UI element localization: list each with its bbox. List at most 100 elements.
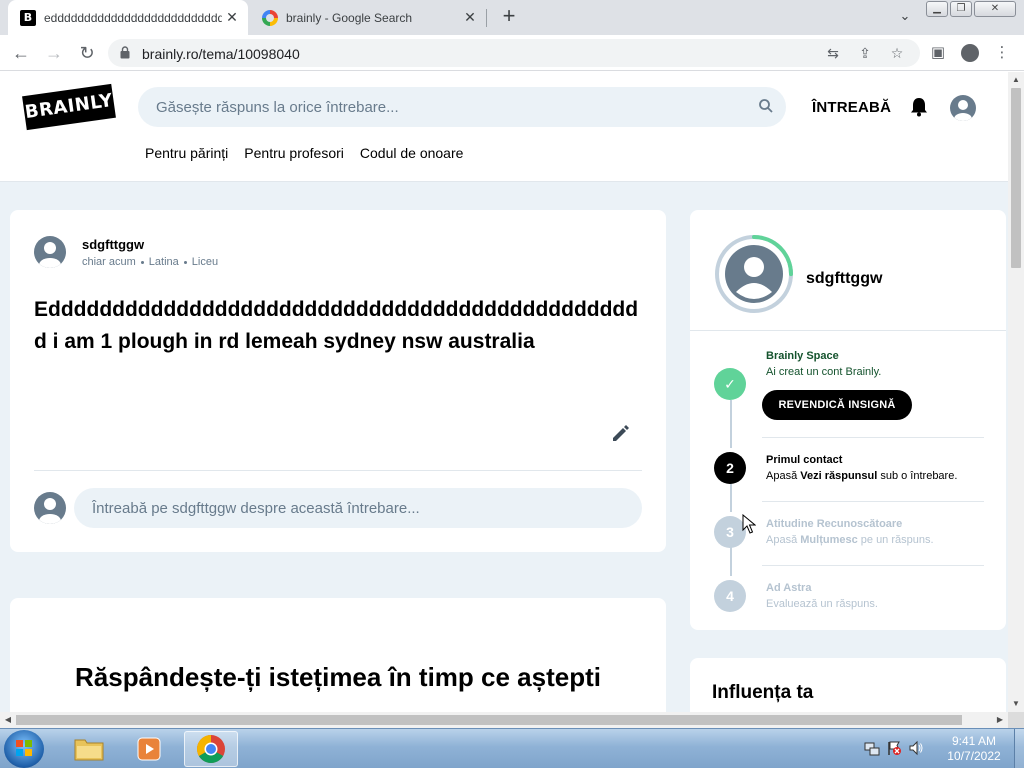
vertical-scrollbar[interactable]: ▲ ▼ bbox=[1008, 72, 1024, 712]
promo-card: Răspândește-ți istețimea în timp ce aște… bbox=[10, 598, 666, 712]
tab-title: brainly - Google Search bbox=[286, 10, 413, 25]
tab-google-search[interactable]: brainly - Google Search ✕ bbox=[250, 0, 486, 35]
author-username[interactable]: sdgfttggw bbox=[82, 237, 144, 252]
tab-brainly-question[interactable]: B eddddddddddddddddddddddddddd ✕ bbox=[8, 0, 248, 35]
step-description: Apasă Mulțumesc pe un răspuns. bbox=[766, 534, 934, 546]
step-number: 4 bbox=[714, 580, 746, 612]
clock-time: 9:41 AM bbox=[951, 734, 997, 748]
step-desc-emphasis: Vezi răspunsul bbox=[800, 470, 878, 482]
tab-title: eddddddddddddddddddddddddddd bbox=[44, 10, 222, 25]
nav-link-parents[interactable]: Pentru părinți bbox=[145, 145, 228, 161]
user-avatar-icon bbox=[39, 242, 61, 268]
nav-link-honor-code[interactable]: Codul de onoare bbox=[360, 145, 464, 161]
google-favicon-icon bbox=[262, 9, 278, 26]
check-icon: ✓ bbox=[714, 368, 746, 400]
step-connector bbox=[730, 400, 732, 448]
profile-avatar-icon[interactable] bbox=[961, 44, 979, 62]
close-icon[interactable]: ✕ bbox=[222, 8, 242, 28]
question-card: sdgfttggw chiar acum Latina Liceu Eddddd… bbox=[10, 210, 666, 552]
search-input[interactable] bbox=[138, 87, 786, 127]
windows-logo-icon bbox=[16, 740, 32, 756]
bookmark-star-icon[interactable]: ☆ bbox=[888, 44, 906, 62]
taskbar-media-player[interactable] bbox=[122, 731, 176, 767]
brainly-page: BRAINLY ÎNTREABĂ Pentru părinți Pentru p… bbox=[0, 72, 1008, 712]
media-player-icon bbox=[137, 737, 161, 761]
step-desc-emphasis: Mulțumesc bbox=[800, 534, 858, 546]
step-description: Evaluează un răspuns. bbox=[766, 598, 878, 610]
user-avatar[interactable] bbox=[950, 95, 976, 121]
search-icon[interactable] bbox=[758, 98, 774, 114]
profile-username[interactable]: sdgfttggw bbox=[806, 270, 882, 288]
step-desc-text: sub o întrebare. bbox=[877, 470, 958, 482]
commenter-avatar bbox=[34, 492, 66, 524]
close-icon[interactable]: ✕ bbox=[460, 8, 480, 28]
question-level: Liceu bbox=[191, 256, 219, 268]
brainly-logo[interactable]: BRAINLY bbox=[22, 83, 116, 131]
step-description: Ai creat un cont Brainly. bbox=[766, 366, 882, 378]
step-desc-text: Apasă bbox=[766, 470, 801, 482]
taskbar-explorer[interactable] bbox=[62, 731, 116, 767]
ask-question-button[interactable]: ÎNTREABĂ bbox=[812, 99, 891, 116]
translate-icon[interactable]: ⇆ bbox=[824, 44, 842, 62]
influence-title: Influența ta bbox=[712, 682, 814, 703]
reload-icon[interactable]: ↻ bbox=[75, 41, 99, 65]
nav-link-teachers[interactable]: Pentru profesori bbox=[244, 145, 344, 161]
scroll-up-arrow-icon[interactable]: ▲ bbox=[1008, 72, 1024, 88]
new-tab-button[interactable]: + bbox=[498, 5, 520, 28]
back-arrow-icon[interactable]: ← bbox=[9, 41, 33, 65]
tab-separator bbox=[486, 9, 487, 27]
url-text: brainly.ro/tema/10098040 bbox=[142, 46, 300, 62]
question-subject[interactable]: Latina bbox=[149, 256, 179, 268]
speaker-volume-icon[interactable] bbox=[908, 740, 924, 756]
show-desktop-button[interactable] bbox=[1014, 729, 1024, 768]
profile-progress-card: sdgfttggw ✓ Brainly Space Ai creat un co… bbox=[690, 210, 1006, 630]
system-tray bbox=[864, 740, 924, 756]
step-title: Primul contact bbox=[766, 454, 843, 466]
scroll-right-arrow-icon[interactable]: ▶ bbox=[992, 712, 1008, 728]
share-icon[interactable]: ⇪ bbox=[856, 44, 874, 62]
network-icon[interactable] bbox=[864, 740, 880, 756]
start-button[interactable] bbox=[4, 730, 44, 768]
tab-strip: B eddddddddddddddddddddddddddd ✕ brainly… bbox=[0, 0, 1024, 35]
scroll-down-arrow-icon[interactable]: ▼ bbox=[1008, 696, 1024, 712]
author-avatar[interactable] bbox=[34, 236, 66, 268]
profile-progress-ring[interactable] bbox=[714, 234, 794, 314]
taskbar-chrome[interactable] bbox=[184, 731, 238, 767]
kebab-menu-icon[interactable]: ⋮ bbox=[992, 43, 1012, 63]
divider bbox=[762, 437, 984, 438]
lock-icon bbox=[120, 46, 130, 59]
scrollbar-thumb[interactable] bbox=[1011, 88, 1021, 268]
scrollbar-thumb[interactable] bbox=[16, 715, 962, 725]
divider bbox=[762, 565, 984, 566]
meta-separator bbox=[183, 260, 187, 264]
browser-toolbar: ← → ↻ brainly.ro/tema/10098040 ⇆ ⇪ ☆ ▣ ⋮ bbox=[0, 35, 1024, 71]
side-panel-icon[interactable]: ▣ bbox=[928, 43, 948, 63]
clock-date: 10/7/2022 bbox=[947, 749, 1001, 763]
scroll-left-arrow-icon[interactable]: ◀ bbox=[0, 712, 16, 728]
divider bbox=[762, 501, 984, 502]
user-avatar-icon bbox=[39, 498, 61, 524]
claim-badge-button[interactable]: REVENDICĂ INSIGNĂ bbox=[762, 390, 912, 420]
forward-arrow-icon[interactable]: → bbox=[42, 41, 66, 65]
minimize-button[interactable]: ▁ bbox=[926, 1, 948, 17]
bell-icon[interactable] bbox=[908, 96, 930, 118]
address-bar[interactable]: brainly.ro/tema/10098040 ⇆ ⇪ ☆ bbox=[108, 39, 920, 67]
scrollbar-corner bbox=[1008, 712, 1024, 728]
question-meta: chiar acum Latina Liceu bbox=[82, 256, 218, 268]
restore-button[interactable]: ❐ bbox=[950, 1, 972, 17]
user-avatar-icon bbox=[954, 100, 972, 121]
step-number: 2 bbox=[714, 452, 746, 484]
taskbar-clock[interactable]: 9:41 AM 10/7/2022 bbox=[936, 734, 1012, 764]
folder-icon bbox=[74, 739, 104, 761]
action-center-flag-icon[interactable] bbox=[886, 740, 902, 756]
window-controls: ▁ ❐ ✕ bbox=[926, 1, 1016, 17]
question-text: Eddddddddddddddddddddddddddddddddddddddd… bbox=[34, 298, 639, 353]
pencil-edit-icon[interactable] bbox=[610, 422, 632, 444]
influence-card: Influența ta bbox=[690, 658, 1006, 712]
horizontal-scrollbar[interactable]: ◀ ▶ bbox=[0, 712, 1008, 728]
chevron-down-icon[interactable]: ⌄ bbox=[896, 8, 914, 26]
step-title: Brainly Space bbox=[766, 350, 839, 362]
comment-input[interactable] bbox=[74, 488, 642, 528]
window-close-button[interactable]: ✕ bbox=[974, 1, 1016, 17]
step-description: Apasă Vezi răspunsul sub o întrebare. bbox=[766, 470, 957, 482]
